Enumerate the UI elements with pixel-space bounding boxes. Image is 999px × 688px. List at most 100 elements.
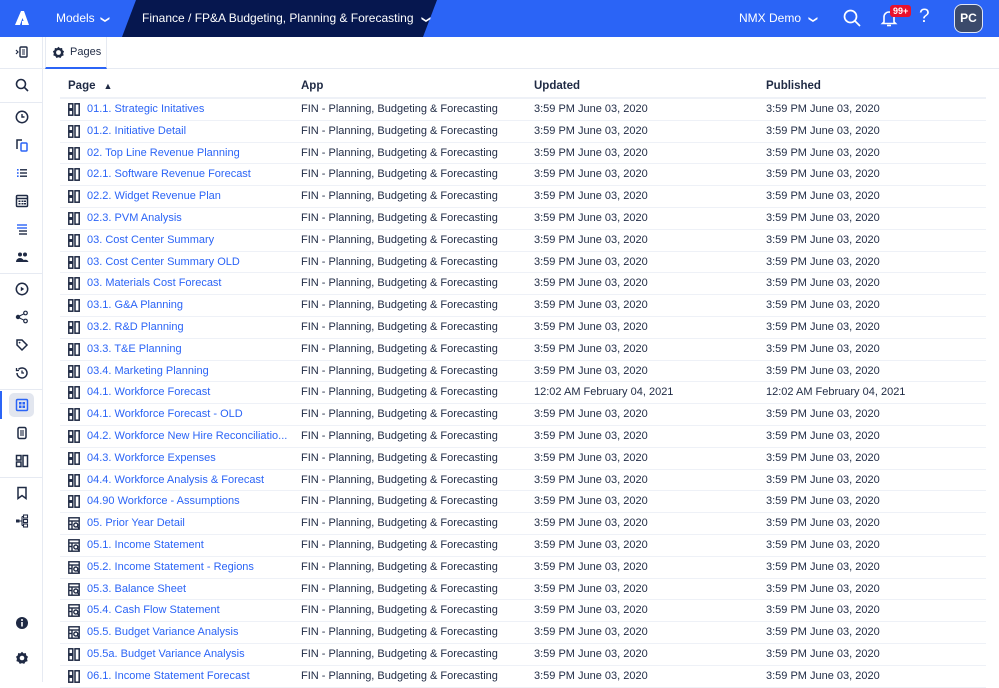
page-link[interactable]: 02.2. Widget Revenue Plan <box>87 190 295 202</box>
updated-timestamp: 3:59 PM June 03, 2020 <box>534 124 648 137</box>
page-link[interactable]: 04.1. Workforce Forecast <box>87 386 295 398</box>
page-link[interactable]: 03.2. R&D Planning <box>87 321 295 333</box>
updated-timestamp: 3:59 PM June 03, 2020 <box>534 560 648 573</box>
table-row[interactable]: 04.90 Workforce - Assumptions FIN - Plann… <box>60 491 986 514</box>
page-link[interactable]: 04.4. Workforce Analysis & Forecast <box>87 474 295 486</box>
board-icon <box>68 299 80 313</box>
table-row[interactable]: 04.4. Workforce Analysis & Forecast FIN -… <box>60 470 986 492</box>
page-link[interactable]: 03.1. G&A Planning <box>87 299 295 311</box>
sidebar-expand-button[interactable] <box>0 38 43 66</box>
search-icon[interactable] <box>842 8 862 28</box>
sidebar-item-settings[interactable] <box>0 644 43 672</box>
page-link[interactable]: 04.2. Workforce New Hire Reconciliatio..… <box>87 430 295 442</box>
page-link[interactable]: 03. Materials Cost Forecast <box>87 277 295 289</box>
published-timestamp: 3:59 PM June 03, 2020 <box>766 647 880 660</box>
sidebar-item-info[interactable] <box>0 609 43 637</box>
table-row[interactable]: 05.4. Cash Flow Statement FIN - Planning,… <box>60 600 986 623</box>
table-row[interactable]: 03. Cost Center Summary FIN - Planning, B… <box>60 230 986 252</box>
page-link[interactable]: 05.3. Balance Sheet <box>87 583 295 595</box>
sidebar-item-history[interactable] <box>0 359 43 387</box>
table-row[interactable]: 04.2. Workforce New Hire Reconciliatio..… <box>60 426 986 448</box>
column-header-published[interactable]: Published <box>766 80 821 92</box>
table-row[interactable]: 03.2. R&D Planning FIN - Planning, Budget… <box>60 317 986 339</box>
published-timestamp: 3:59 PM June 03, 2020 <box>766 255 880 268</box>
sidebar-item-devices[interactable] <box>0 131 43 159</box>
page-link[interactable]: 06.1. Income Statement Forecast <box>87 670 295 682</box>
table-row[interactable]: 06.1. Income Statement Forecast FIN - Pla… <box>60 666 986 688</box>
table-row[interactable]: 03.3. T&E Planning FIN - Planning, Budget… <box>60 339 986 361</box>
column-header-page[interactable]: Page ▲ <box>68 80 112 92</box>
page-link[interactable]: 02.1. Software Revenue Forecast <box>87 168 295 180</box>
table-row[interactable]: 05.5a. Budget Variance Analysis FIN - Pla… <box>60 644 986 666</box>
table-row[interactable]: 05.1. Income Statement FIN - Planning, Bu… <box>60 535 986 557</box>
column-header-updated[interactable]: Updated <box>534 80 580 92</box>
table-row[interactable]: 05.5. Budget Variance Analysis FIN - Plan… <box>60 622 986 644</box>
table-row[interactable]: 01.1. Strategic Initatives FIN - Planning… <box>60 99 986 121</box>
page-link[interactable]: 05.5. Budget Variance Analysis <box>87 626 295 638</box>
table-row[interactable]: 05.3. Balance Sheet FIN - Planning, Budge… <box>60 579 986 601</box>
sidebar-item-tags[interactable] <box>0 331 43 359</box>
sidebar-item-connections[interactable] <box>0 303 43 331</box>
page-link[interactable]: 04.3. Workforce Expenses <box>87 452 295 464</box>
page-link[interactable]: 04.90 Workforce - Assumptions <box>87 495 295 507</box>
column-header-app[interactable]: App <box>301 80 323 92</box>
table-row[interactable]: 04.1. Workforce Forecast FIN - Planning, … <box>60 382 986 405</box>
breadcrumb[interactable]: Finance / FP&A Budgeting, Planning & For… <box>142 0 431 37</box>
workspace-menu-button[interactable]: NMX Demo ❯ <box>739 0 818 37</box>
page-link[interactable]: 02. Top Line Revenue Planning <box>87 147 295 159</box>
chevron-down-icon: ❯ <box>420 15 431 24</box>
help-button[interactable]: ? <box>919 6 930 28</box>
table-row[interactable]: 02.2. Widget Revenue Plan FIN - Planning,… <box>60 186 986 208</box>
page-link[interactable]: 03.3. T&E Planning <box>87 343 295 355</box>
user-avatar[interactable]: PC <box>954 4 983 33</box>
updated-timestamp: 3:59 PM June 03, 2020 <box>534 211 648 224</box>
sidebar-item-line-items[interactable] <box>0 215 43 243</box>
table-row[interactable]: 03.1. G&A Planning FIN - Planning, Budget… <box>60 295 986 317</box>
tab-pages[interactable]: Pages <box>45 37 107 69</box>
table-row[interactable]: 02.3. PVM Analysis FIN - Planning, Budget… <box>60 208 986 230</box>
page-link[interactable]: 05.4. Cash Flow Statement <box>87 604 295 616</box>
sidebar-item-modules[interactable] <box>0 187 43 215</box>
published-timestamp: 3:59 PM June 03, 2020 <box>766 451 880 464</box>
app-name: FIN - Planning, Budgeting & Forecasting <box>301 517 498 530</box>
page-link[interactable]: 01.2. Initiative Detail <box>87 125 295 137</box>
page-link[interactable]: 05. Prior Year Detail <box>87 517 295 529</box>
table-row[interactable]: 04.1. Workforce Forecast - OLD FIN - Plan… <box>60 404 986 426</box>
table-row[interactable]: 05. Prior Year Detail FIN - Planning, Bud… <box>60 513 986 535</box>
table-row[interactable]: 04.3. Workforce Expenses FIN - Planning, … <box>60 448 986 470</box>
sidebar-item-search[interactable] <box>0 71 43 99</box>
page-link[interactable]: 03. Cost Center Summary OLD <box>87 256 295 268</box>
page-link[interactable]: 04.1. Workforce Forecast - OLD <box>87 408 295 420</box>
table-row[interactable]: 03.4. Marketing Planning FIN - Planning, … <box>60 361 986 383</box>
models-menu-button[interactable]: Models ❯ <box>56 0 110 37</box>
sidebar-item-documents[interactable] <box>0 419 43 447</box>
page-link[interactable]: 01.1. Strategic Initatives <box>87 103 295 115</box>
sidebar-item-list[interactable] <box>0 159 43 187</box>
page-link[interactable]: 03.4. Marketing Planning <box>87 365 295 377</box>
sidebar-item-boards[interactable] <box>0 447 43 475</box>
sidebar-item-recent[interactable] <box>0 103 43 131</box>
sidebar-item-hierarchy[interactable] <box>0 507 43 535</box>
page-link[interactable]: 05.2. Income Statement - Regions <box>87 561 295 573</box>
tab-bar: Pages <box>43 37 999 69</box>
page-link[interactable]: 05.5a. Budget Variance Analysis <box>87 648 295 660</box>
board-icon <box>68 451 80 465</box>
table-row[interactable]: 05.2. Income Statement - Regions FIN - Pl… <box>60 557 986 579</box>
table-row[interactable]: 02. Top Line Revenue Planning FIN - Plann… <box>60 143 986 165</box>
sidebar-item-users[interactable] <box>0 243 43 271</box>
updated-timestamp: 3:59 PM June 03, 2020 <box>534 582 648 595</box>
page-link[interactable]: 05.1. Income Statement <box>87 539 295 551</box>
updated-timestamp: 3:59 PM June 03, 2020 <box>534 364 648 377</box>
sidebar-item-pages[interactable] <box>0 391 43 419</box>
page-link[interactable]: 02.3. PVM Analysis <box>87 212 295 224</box>
page-link[interactable]: 03. Cost Center Summary <box>87 234 295 246</box>
table-row[interactable]: 03. Cost Center Summary OLD FIN - Plannin… <box>60 252 986 274</box>
report-icon <box>68 604 80 618</box>
published-timestamp: 3:59 PM June 03, 2020 <box>766 124 880 137</box>
sidebar-item-actions[interactable] <box>0 275 43 303</box>
sidebar-item-bookmarks[interactable] <box>0 479 43 507</box>
table-row[interactable]: 01.2. Initiative Detail FIN - Planning, B… <box>60 121 986 143</box>
table-row[interactable]: 02.1. Software Revenue Forecast FIN - Pla… <box>60 164 986 187</box>
anaplan-logo-icon[interactable] <box>12 8 32 28</box>
table-row[interactable]: 03. Materials Cost Forecast FIN - Plannin… <box>60 273 986 296</box>
